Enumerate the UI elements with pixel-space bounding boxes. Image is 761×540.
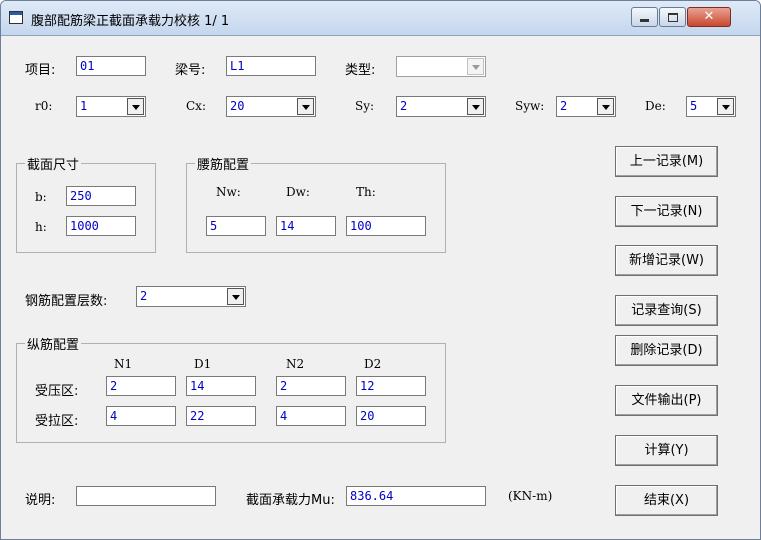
chevron-down-icon[interactable] — [227, 288, 244, 305]
cx-select[interactable]: 20 — [226, 96, 316, 117]
delete-record-button[interactable]: 删除记录(D) — [615, 335, 718, 366]
calculate-button[interactable]: 计算(Y) — [615, 435, 718, 466]
longitudinal-bar-title: 纵筋配置 — [25, 334, 82, 353]
compression-n1-input[interactable]: 2 — [106, 376, 176, 396]
h-input[interactable]: 1000 — [66, 216, 136, 236]
query-record-button[interactable]: 记录查询(S) — [615, 295, 718, 326]
de-select-value: 5 — [690, 99, 698, 113]
chevron-down-icon[interactable] — [127, 98, 144, 115]
tension-n2-input[interactable]: 4 — [276, 406, 346, 426]
layers-select-value: 2 — [140, 289, 148, 303]
r0-label: r0: — [35, 99, 53, 113]
mu-label: 截面承载力Mu: — [246, 493, 335, 508]
project-label: 项目: — [25, 63, 56, 78]
chevron-down-icon[interactable] — [297, 98, 314, 115]
window-title: 腹部配筋梁正截面承载力校核 1/ 1 — [31, 14, 230, 29]
compression-n2-input[interactable]: 2 — [276, 376, 346, 396]
de-select[interactable]: 5 — [686, 96, 736, 117]
file-export-button[interactable]: 文件输出(P) — [615, 385, 718, 416]
exit-button[interactable]: 结束(X) — [615, 485, 718, 516]
sy-label: Sy: — [355, 99, 375, 113]
title-bar[interactable]: 腹部配筋梁正截面承载力校核 1/ 1 ✕ — [1, 1, 760, 36]
maximize-button[interactable] — [659, 7, 686, 27]
minimize-button[interactable] — [631, 7, 658, 27]
chevron-down-icon[interactable] — [597, 98, 614, 115]
section-size-group — [16, 163, 156, 253]
compression-label: 受压区: — [35, 384, 79, 399]
b-label: b: — [35, 190, 47, 204]
close-icon: ✕ — [703, 9, 715, 24]
th-label: Th: — [356, 185, 376, 199]
header-d2: D2 — [364, 357, 382, 371]
tension-label: 受拉区: — [35, 414, 79, 429]
syw-select-value: 2 — [560, 99, 568, 113]
next-record-button[interactable]: 下一记录(N) — [615, 196, 718, 227]
close-button[interactable]: ✕ — [687, 7, 731, 27]
type-label: 类型: — [345, 63, 376, 78]
header-n1: N1 — [114, 357, 133, 371]
th-input[interactable]: 100 — [346, 216, 426, 236]
layers-label: 钢筋配置层数: — [25, 294, 108, 309]
mu-unit: (KN-m) — [508, 489, 553, 503]
mu-output[interactable]: 836.64 — [346, 486, 486, 506]
compression-d2-input[interactable]: 12 — [356, 376, 426, 396]
type-select[interactable] — [396, 56, 486, 77]
nw-input[interactable]: 5 — [206, 216, 266, 236]
chevron-down-icon[interactable] — [467, 98, 484, 115]
compression-d1-input[interactable]: 14 — [186, 376, 256, 396]
waist-bar-title: 腰筋配置 — [195, 154, 252, 173]
note-label: 说明: — [25, 493, 56, 508]
h-label: h: — [35, 220, 47, 234]
nw-label: Nw: — [216, 185, 241, 199]
b-input[interactable]: 250 — [66, 186, 136, 206]
cx-label: Cx: — [186, 99, 206, 113]
de-label: De: — [645, 99, 666, 113]
sy-select-value: 2 — [400, 99, 408, 113]
r0-select-value: 1 — [80, 99, 88, 113]
waist-bar-group — [186, 163, 446, 253]
beam-label: 梁号: — [175, 63, 206, 78]
header-d1: D1 — [194, 357, 212, 371]
beam-input[interactable]: L1 — [226, 56, 316, 76]
dw-input[interactable]: 14 — [276, 216, 336, 236]
app-icon[interactable] — [9, 11, 23, 24]
dw-label: Dw: — [286, 185, 310, 199]
layers-select[interactable]: 2 — [136, 286, 246, 307]
section-size-title: 截面尺寸 — [25, 154, 82, 173]
sy-select[interactable]: 2 — [396, 96, 486, 117]
add-record-button[interactable]: 新增记录(W) — [615, 245, 718, 276]
chevron-down-icon[interactable] — [717, 98, 734, 115]
project-input[interactable]: 01 — [76, 56, 146, 76]
chevron-down-icon[interactable] — [467, 58, 484, 75]
cx-select-value: 20 — [230, 99, 245, 113]
tension-n1-input[interactable]: 4 — [106, 406, 176, 426]
tension-d2-input[interactable]: 20 — [356, 406, 426, 426]
note-input[interactable] — [76, 486, 216, 506]
syw-select[interactable]: 2 — [556, 96, 616, 117]
r0-select[interactable]: 1 — [76, 96, 146, 117]
tension-d1-input[interactable]: 22 — [186, 406, 256, 426]
header-n2: N2 — [286, 357, 305, 371]
syw-label: Syw: — [515, 99, 545, 113]
main-window: 腹部配筋梁正截面承载力校核 1/ 1 ✕ 项目: 01 梁号: L1 类型: r… — [0, 0, 761, 540]
prev-record-button[interactable]: 上一记录(M) — [615, 146, 718, 177]
